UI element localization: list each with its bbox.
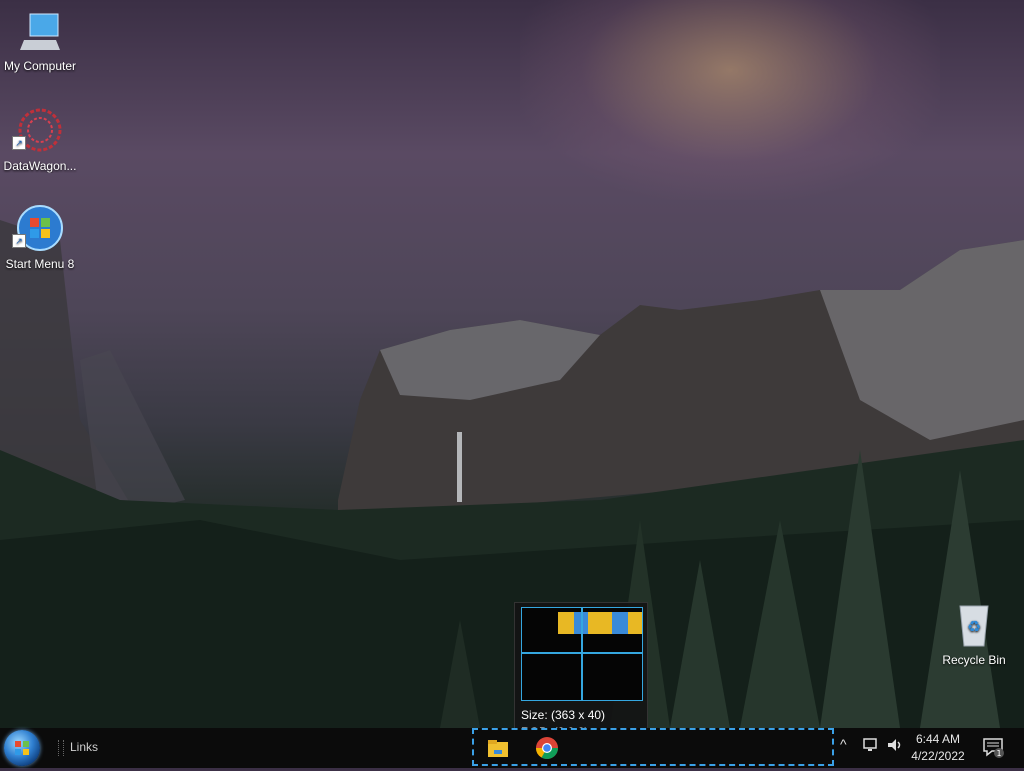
magnifier-zoom-view bbox=[521, 607, 643, 701]
folder-icon bbox=[488, 740, 508, 757]
toolbar-grip[interactable] bbox=[58, 740, 64, 756]
svg-text:♻: ♻ bbox=[967, 617, 981, 636]
tray-volume-icon[interactable] bbox=[886, 736, 904, 757]
crosshair-horizontal bbox=[522, 652, 642, 654]
notification-icon: 1 bbox=[983, 738, 1004, 758]
clock-date: 4/22/2022 bbox=[911, 749, 965, 763]
desktop-icon-label: My Computer bbox=[3, 59, 77, 73]
magnifier-tooltip: Size: (363 x 40) RGB: (8,9,2) bbox=[514, 602, 648, 740]
desktop-icon-datawagon[interactable]: ↗ DataWagon... bbox=[0, 106, 80, 173]
links-toolbar[interactable]: Links bbox=[70, 740, 98, 754]
clock-time: 6:44 AM bbox=[915, 732, 961, 746]
shortcut-arrow-icon: ↗ bbox=[12, 136, 26, 150]
taskbar-clock[interactable]: 6:44 AM 4/22/2022 bbox=[908, 731, 968, 765]
windows-logo-icon bbox=[15, 741, 29, 755]
zoomed-folder-pixels bbox=[558, 612, 642, 634]
desktop-icon-label: Start Menu 8 bbox=[5, 257, 75, 271]
taskbar-chrome[interactable] bbox=[535, 736, 559, 760]
chrome-icon bbox=[536, 737, 558, 759]
crosshair-vertical bbox=[581, 608, 583, 700]
tray-network-icon[interactable] bbox=[862, 736, 880, 757]
desktop-icon-my-computer[interactable]: My Computer bbox=[0, 10, 80, 73]
desktop-icon-label: Recycle Bin bbox=[942, 653, 1006, 667]
recycle-bin-icon: ♻ bbox=[959, 605, 989, 647]
speaker-icon bbox=[888, 739, 901, 751]
show-hidden-icons-chevron-up-icon[interactable]: ^ bbox=[840, 736, 847, 752]
desktop-icon-recycle-bin[interactable]: ♻ Recycle Bin bbox=[934, 602, 1014, 667]
action-center-button[interactable]: 1 bbox=[982, 736, 1004, 758]
computer-icon bbox=[20, 13, 60, 50]
magnifier-size-text: Size: (363 x 40) bbox=[521, 708, 606, 722]
screenshot-selection-rectangle[interactable] bbox=[472, 728, 834, 766]
zoomed-blue-pixels bbox=[612, 612, 628, 634]
desktop-icon-start-menu-8[interactable]: ↗ Start Menu 8 bbox=[0, 204, 80, 271]
start-button[interactable] bbox=[4, 730, 40, 766]
desktop-icon-label: DataWagon... bbox=[3, 159, 77, 173]
wallpaper-landscape bbox=[0, 220, 1024, 728]
notification-count: 1 bbox=[996, 749, 1001, 758]
shortcut-arrow-icon: ↗ bbox=[12, 234, 26, 248]
network-icon bbox=[863, 738, 877, 751]
taskbar-file-explorer[interactable] bbox=[486, 736, 510, 760]
